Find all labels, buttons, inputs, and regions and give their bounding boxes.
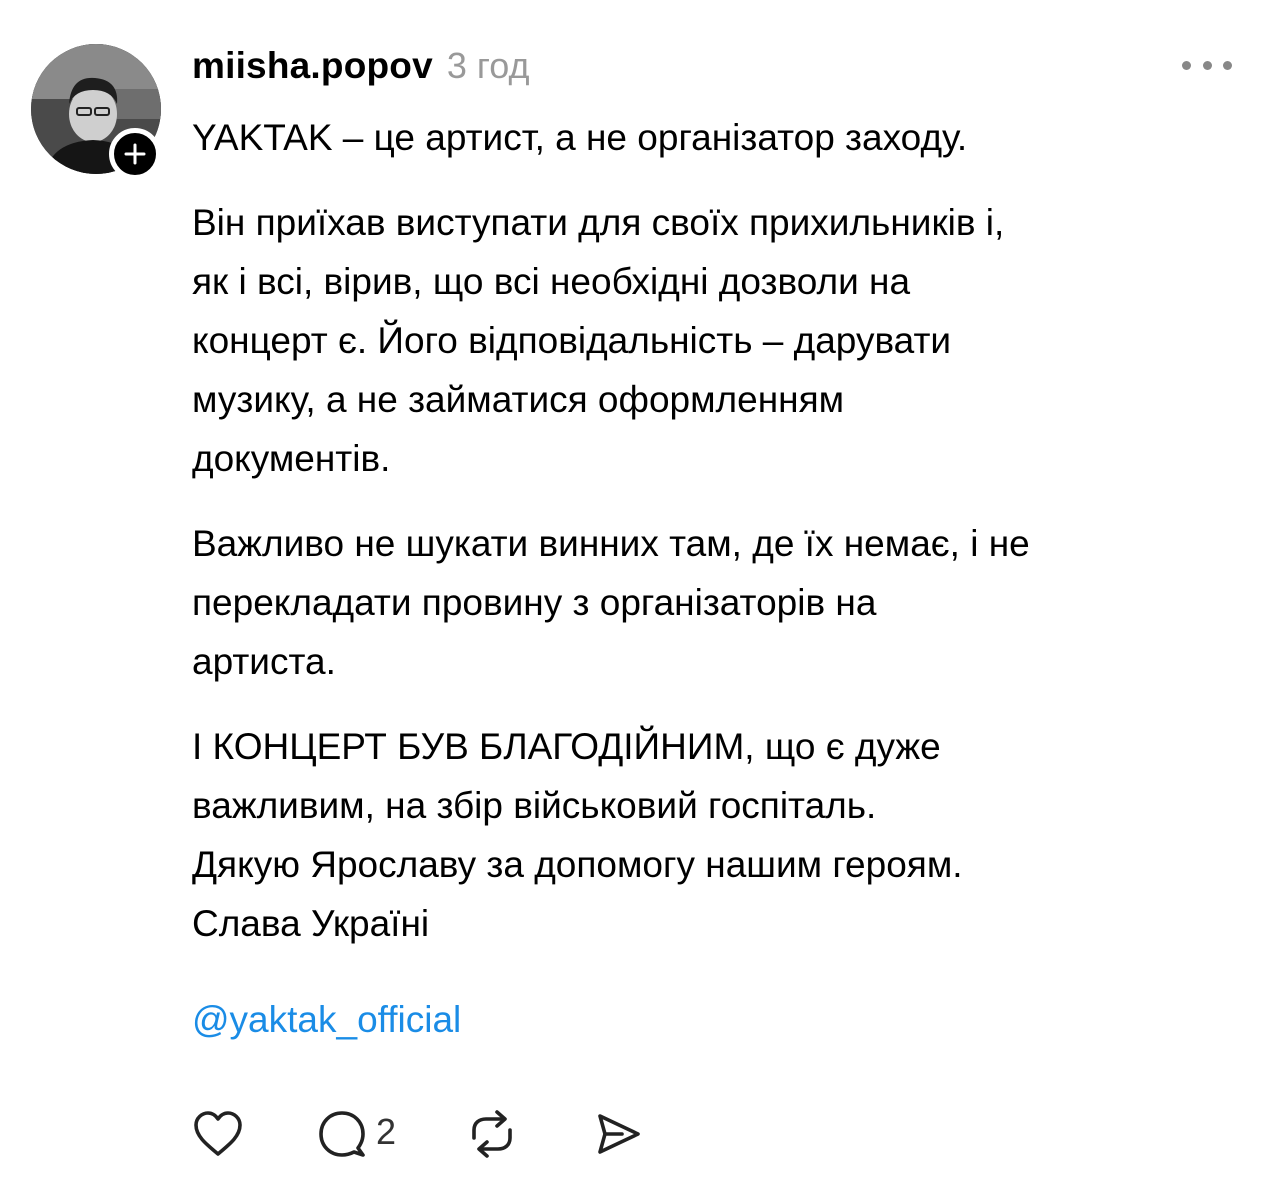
comment-icon [319, 1111, 365, 1157]
author-username[interactable]: miisha.popov [192, 45, 433, 87]
post-actions: 2 [192, 1106, 644, 1162]
send-icon [598, 1114, 640, 1154]
ellipsis-icon-dot [1202, 60, 1212, 70]
mention-link[interactable]: @yaktak_official [192, 990, 1252, 1049]
reply-count: 2 [376, 1111, 397, 1152]
ukraine-flag-icon [435, 906, 485, 940]
post-paragraph: YAKTAK – це артист, а не організатор зах… [192, 117, 968, 158]
like-button[interactable] [192, 1106, 244, 1162]
post-paragraph-with-flag: Слава Україні [192, 894, 1252, 953]
post-header: miisha.popov 3 год [192, 40, 530, 92]
post-paragraph: І КОНЦЕРТ БУВ БЛАГОДІЙНИМ, що є дуже важ… [192, 726, 941, 826]
post-paragraph-text: Слава Україні [192, 903, 430, 944]
author-avatar-container[interactable] [31, 44, 161, 180]
post-paragraph: Він приїхав виступати для своїх прихильн… [192, 202, 1005, 479]
repost-icon [472, 1110, 512, 1158]
heart-icon [194, 1111, 242, 1156]
ellipsis-icon-dot [1223, 60, 1232, 70]
post-timestamp: 3 год [446, 45, 530, 86]
repost-button[interactable] [466, 1106, 518, 1162]
share-button[interactable] [592, 1106, 644, 1162]
post-paragraph: Важливо не шукати винних там, де їх нема… [192, 523, 1030, 682]
post-body: YAKTAK – це артист, а не організатор зах… [192, 108, 1252, 1049]
plus-icon [124, 143, 146, 165]
post-paragraph: Дякую Ярославу за допомогу нашим героям. [192, 844, 963, 885]
more-options-button[interactable] [1182, 50, 1232, 80]
reply-button[interactable]: 2 [316, 1106, 396, 1162]
ellipsis-icon [1182, 60, 1191, 70]
follow-button[interactable] [109, 128, 161, 180]
